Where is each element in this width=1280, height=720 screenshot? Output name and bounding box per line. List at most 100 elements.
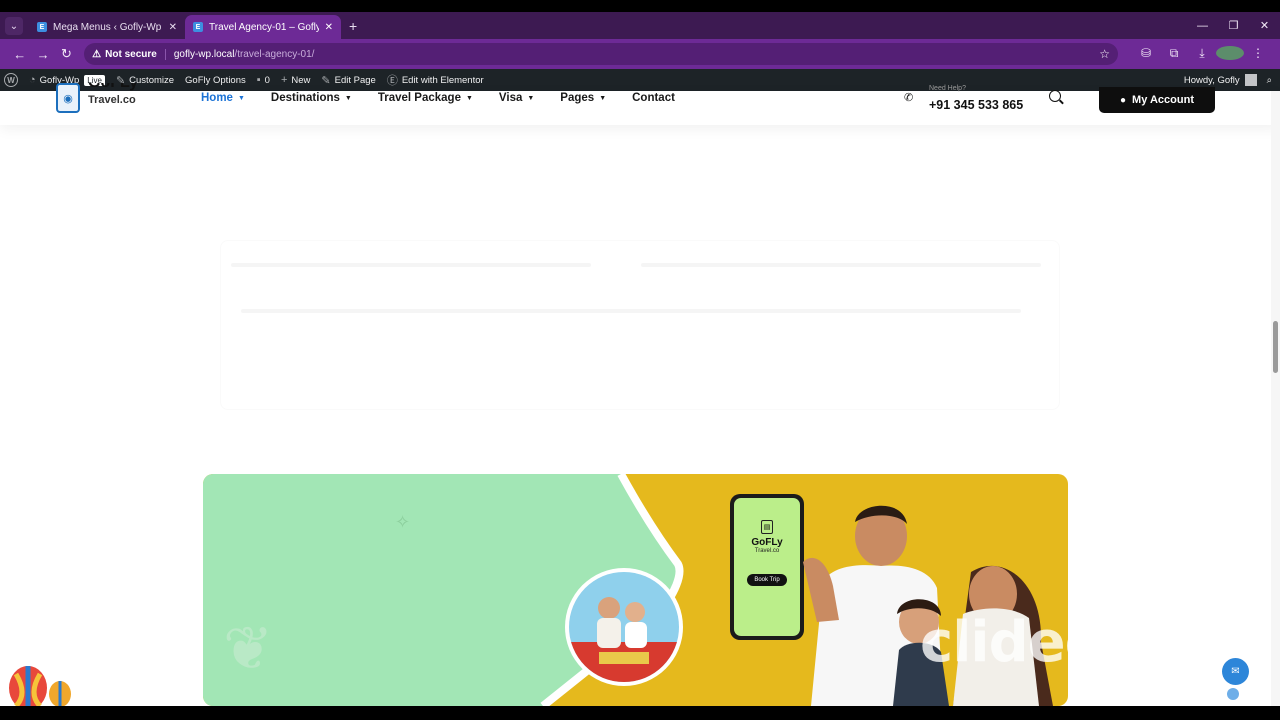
warning-icon: ⚠	[92, 48, 102, 60]
caret-down-icon: ▼	[527, 94, 535, 102]
close-window-icon[interactable]: ✕	[1249, 19, 1280, 32]
url-input[interactable]: ⚠ Not secure gofly-wp.local /travel-agen…	[84, 43, 1118, 65]
screen-top-border	[0, 0, 1280, 12]
edit-elementor-link[interactable]: Ⓔ Edit with Elementor	[387, 72, 484, 88]
hot-air-balloon-icon	[9, 666, 71, 706]
browser-tab-travel-agency[interactable]: E Travel Agency-01 – Gofly-Wp ✕	[185, 15, 341, 39]
phone-number-link[interactable]: +91 345 533 865	[929, 98, 1023, 112]
book-trip-button: Book Trip	[747, 574, 787, 586]
menu-item-home[interactable]: Home ▼	[201, 92, 245, 104]
logo-passport-icon: ◉	[56, 83, 80, 113]
edit-page-link[interactable]: ✎ Edit Page	[321, 74, 375, 87]
incognito-icon[interactable]: ⛁	[1132, 46, 1160, 63]
menu-label: Contact	[632, 92, 675, 104]
page-scrollbar[interactable]	[1271, 91, 1280, 706]
forward-icon[interactable]: →	[31, 47, 54, 62]
menu-item-destinations[interactable]: Destinations ▼	[271, 92, 352, 104]
plus-icon: +	[280, 74, 288, 86]
menu-item-contact[interactable]: Contact	[632, 92, 675, 104]
tab-search-icon[interactable]: ⌄	[5, 17, 23, 35]
extensions-icon[interactable]: ⧉	[1160, 46, 1188, 63]
caret-down-icon: ▼	[344, 94, 352, 102]
faded-search-card	[220, 240, 1060, 410]
admin-bar-right: Howdy, Gofly ⌕	[1184, 74, 1280, 86]
app-phone-mockup: ▤ GoFLy Travel.co Book Trip	[730, 494, 804, 640]
my-account-button[interactable]: ● My Account	[1099, 87, 1215, 113]
restore-icon[interactable]: ❐	[1218, 19, 1249, 32]
tab-title: Mega Menus ‹ Gofly-Wp — W	[53, 21, 163, 33]
menu-item-visa[interactable]: Visa ▼	[499, 92, 534, 104]
main-menu: Home ▼ Destinations ▼ Travel Package ▼ Visa…	[201, 91, 701, 105]
avatar[interactable]	[1244, 74, 1257, 86]
gofly-options-link[interactable]: GoFly Options	[185, 75, 246, 86]
sparkle-icon: ✧	[395, 512, 411, 532]
browser-menu-icon[interactable]: ⋮	[1244, 46, 1272, 63]
howdy-user-link[interactable]: Howdy, Gofly	[1184, 75, 1240, 86]
new-label: New	[291, 74, 311, 86]
gofly-options-label: GoFly Options	[185, 74, 246, 86]
dashboard-icon: ◔	[29, 74, 36, 86]
new-content-link[interactable]: + New	[281, 74, 310, 86]
download-icon[interactable]: ⤓	[1188, 46, 1216, 63]
video-watermark: clideo.com	[920, 610, 1250, 675]
menu-label: Pages	[560, 92, 595, 104]
menu-label: Travel Package	[377, 92, 461, 104]
tab-close-icon[interactable]: ✕	[169, 22, 177, 33]
chat-widget-icon[interactable]: ✉	[1222, 658, 1249, 685]
family-photo	[803, 505, 1053, 706]
tab-close-icon[interactable]: ✕	[325, 22, 333, 33]
new-tab-icon[interactable]: +	[349, 18, 357, 34]
browser-tab-bar: ⌄ E Mega Menus ‹ Gofly-Wp — W ✕ E Travel…	[0, 12, 1280, 39]
menu-label: Home	[201, 92, 233, 104]
url-path: /travel-agency-01/	[234, 48, 315, 60]
window-controls: — ❐ ✕	[1187, 12, 1280, 39]
reload-icon[interactable]: ↻	[55, 46, 78, 62]
security-indicator[interactable]: ⚠ Not secure	[92, 48, 166, 60]
browser-tab-mega-menus[interactable]: E Mega Menus ‹ Gofly-Wp — W ✕	[29, 15, 185, 39]
mouse-cursor-icon	[1227, 688, 1239, 700]
elementor-favicon-icon: E	[37, 22, 47, 32]
toolbar-icons: ⛁ ⧉ ⤓ ⋮	[1132, 45, 1272, 63]
security-label: Not secure	[105, 48, 157, 60]
caret-down-icon: ▼	[599, 94, 607, 102]
bookmark-star-icon[interactable]: ☆	[1099, 47, 1110, 61]
logo-subtitle: Travel.co	[88, 94, 136, 106]
edit-elementor-label: Edit with Elementor	[401, 74, 484, 86]
my-account-label: My Account	[1132, 94, 1194, 106]
back-icon[interactable]: ←	[8, 47, 31, 62]
elementor-favicon-icon: E	[193, 22, 203, 32]
phone-icon: ✆	[904, 92, 914, 104]
pencil-icon: ✎	[321, 74, 331, 87]
menu-item-pages[interactable]: Pages ▼	[560, 92, 606, 104]
screen-bottom-border	[0, 706, 1280, 720]
url-host: gofly-wp.local	[173, 48, 235, 60]
wp-logo-icon[interactable]: W	[4, 73, 18, 87]
couple-photo	[565, 568, 683, 686]
search-icon[interactable]	[1049, 90, 1061, 102]
menu-label: Destinations	[270, 92, 340, 104]
menu-label: Visa	[498, 92, 523, 104]
admin-search-icon[interactable]: ⌕	[1267, 75, 1272, 86]
comment-icon: ▪	[256, 74, 261, 86]
site-header: ◉ GoFLy Travel.co Home ▼ Destinations ▼ Tr…	[0, 83, 1280, 125]
caret-down-icon: ▼	[237, 94, 245, 102]
palm-leaf-icon: ❦	[223, 615, 274, 682]
user-icon: ●	[1120, 94, 1127, 106]
scrollbar-thumb[interactable]	[1273, 321, 1278, 373]
app-logo-icon: ▤	[761, 520, 773, 534]
edit-page-label: Edit Page	[334, 74, 376, 86]
menu-item-travel-package[interactable]: Travel Package ▼	[378, 92, 473, 104]
elementor-icon: Ⓔ	[386, 75, 398, 87]
app-subtitle: Travel.co	[754, 548, 780, 554]
comments-count: 0	[264, 74, 270, 86]
site-logo[interactable]: ◉ GoFLy Travel.co	[56, 83, 138, 113]
profile-icon[interactable]	[1215, 45, 1244, 63]
logo-name: GoFLy	[88, 83, 138, 92]
caret-down-icon: ▼	[465, 94, 473, 102]
tab-title: Travel Agency-01 – Gofly-Wp	[209, 21, 319, 33]
wp-admin-bar: W ◔ Gofly-Wp Live ✎ Customize GoFly Opti…	[0, 69, 1280, 91]
browser-address-bar: ← → ↻ ⚠ Not secure gofly-wp.local /trave…	[0, 39, 1280, 69]
comments-link[interactable]: ▪ 0	[257, 74, 270, 86]
minimize-icon[interactable]: —	[1187, 20, 1218, 32]
app-name: GoFLy	[751, 537, 783, 548]
